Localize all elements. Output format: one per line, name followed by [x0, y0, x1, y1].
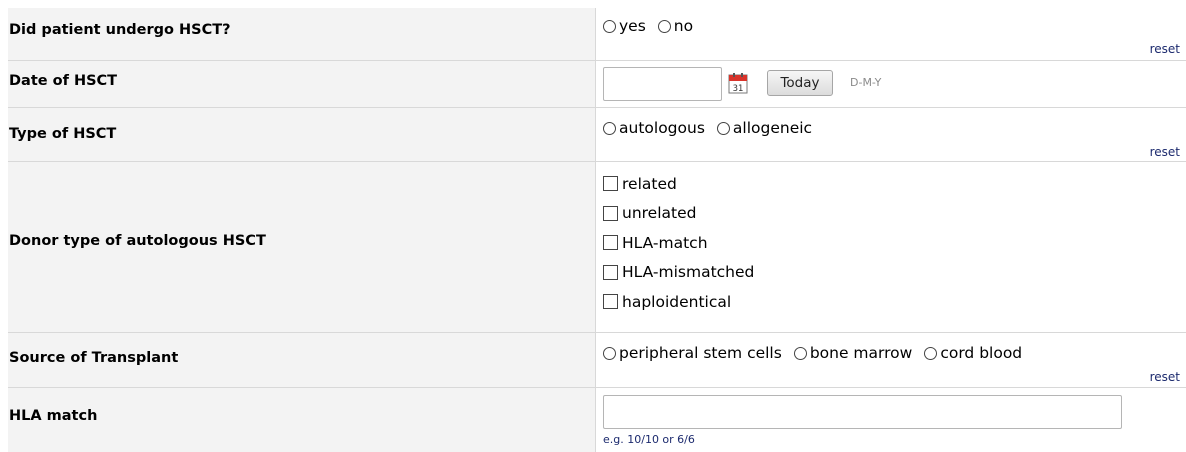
checkbox-hla-match[interactable] [603, 235, 618, 251]
checkbox-hla-mismatched-label: HLA-mismatched [622, 263, 755, 282]
checkbox-option-related[interactable]: related [603, 169, 754, 199]
checkbox-haploidentical[interactable] [603, 294, 618, 310]
date-label: Date of HSCT [9, 73, 118, 89]
radio-cord-blood[interactable] [924, 346, 938, 360]
hsct-form: Did patient undergo HSCT? yes no reset D… [0, 0, 1186, 452]
radio-yes[interactable] [603, 19, 616, 33]
checkbox-haploidentical-label: haploidentical [622, 292, 732, 311]
row-type [8, 108, 1186, 162]
calendar-icon[interactable]: 31 [728, 72, 748, 94]
checkbox-option-hla-mismatched[interactable]: HLA-mismatched [603, 258, 754, 288]
radio-bone-marrow[interactable] [793, 346, 807, 360]
hla-match-input[interactable] [603, 395, 1122, 429]
checkbox-hla-mismatched[interactable] [603, 264, 618, 280]
checkbox-unrelated[interactable] [603, 205, 618, 221]
calendar-day-number: 31 [733, 84, 744, 94]
radio-peripheral-label: peripheral stem cells [619, 344, 782, 362]
donor-checkbox-list: related unrelated HLA-match HLA-mismatch… [603, 169, 754, 317]
type-label: Type of HSCT [9, 126, 117, 142]
radio-option-bone-marrow[interactable]: bone marrow [793, 344, 913, 362]
checkbox-related-label: related [622, 174, 677, 193]
radio-option-yes[interactable]: yes [603, 17, 646, 35]
radio-yes-label: yes [619, 17, 646, 35]
radio-option-autologous[interactable]: autologous [603, 119, 705, 137]
radio-allogeneic[interactable] [716, 121, 730, 135]
radio-no[interactable] [657, 19, 671, 33]
checkbox-option-hla-match[interactable]: HLA-match [603, 228, 754, 258]
hsct-options: yes no [603, 17, 705, 35]
row-date [8, 61, 1186, 108]
hla-match-hint: e.g. 10/10 or 6/6 [603, 433, 695, 446]
type-options: autologous allogeneic [603, 119, 824, 137]
source-label: Source of Transplant [9, 350, 179, 366]
radio-no-label: no [673, 17, 694, 35]
checkbox-option-unrelated[interactable]: unrelated [603, 199, 754, 229]
date-input[interactable] [603, 67, 722, 101]
hla-label: HLA match [9, 408, 98, 424]
radio-bone-marrow-label: bone marrow [809, 344, 913, 362]
radio-autologous-label: autologous [619, 119, 705, 137]
checkbox-unrelated-label: unrelated [622, 204, 697, 223]
radio-option-no[interactable]: no [657, 17, 694, 35]
radio-option-cord-blood[interactable]: cord blood [924, 344, 1022, 362]
today-button[interactable]: Today [767, 70, 833, 96]
checkbox-option-haploidentical[interactable]: haploidentical [603, 287, 754, 317]
donor-label: Donor type of autologous HSCT [9, 233, 266, 249]
source-reset-link[interactable]: reset [1150, 370, 1180, 384]
hsct-reset-link[interactable]: reset [1150, 42, 1180, 56]
radio-option-allogeneic[interactable]: allogeneic [716, 119, 813, 137]
radio-option-peripheral[interactable]: peripheral stem cells [603, 344, 782, 362]
hsct-label: Did patient undergo HSCT? [9, 22, 231, 38]
radio-peripheral-stem-cells[interactable] [603, 346, 616, 360]
type-reset-link[interactable]: reset [1150, 145, 1180, 159]
source-options: peripheral stem cells bone marrow cord b… [603, 344, 1034, 362]
checkbox-related[interactable] [603, 176, 618, 192]
radio-autologous[interactable] [603, 121, 616, 135]
checkbox-hla-match-label: HLA-match [622, 233, 708, 252]
radio-cord-blood-label: cord blood [940, 344, 1023, 362]
date-format-hint: D-M-Y [850, 76, 882, 89]
radio-allogeneic-label: allogeneic [732, 119, 813, 137]
